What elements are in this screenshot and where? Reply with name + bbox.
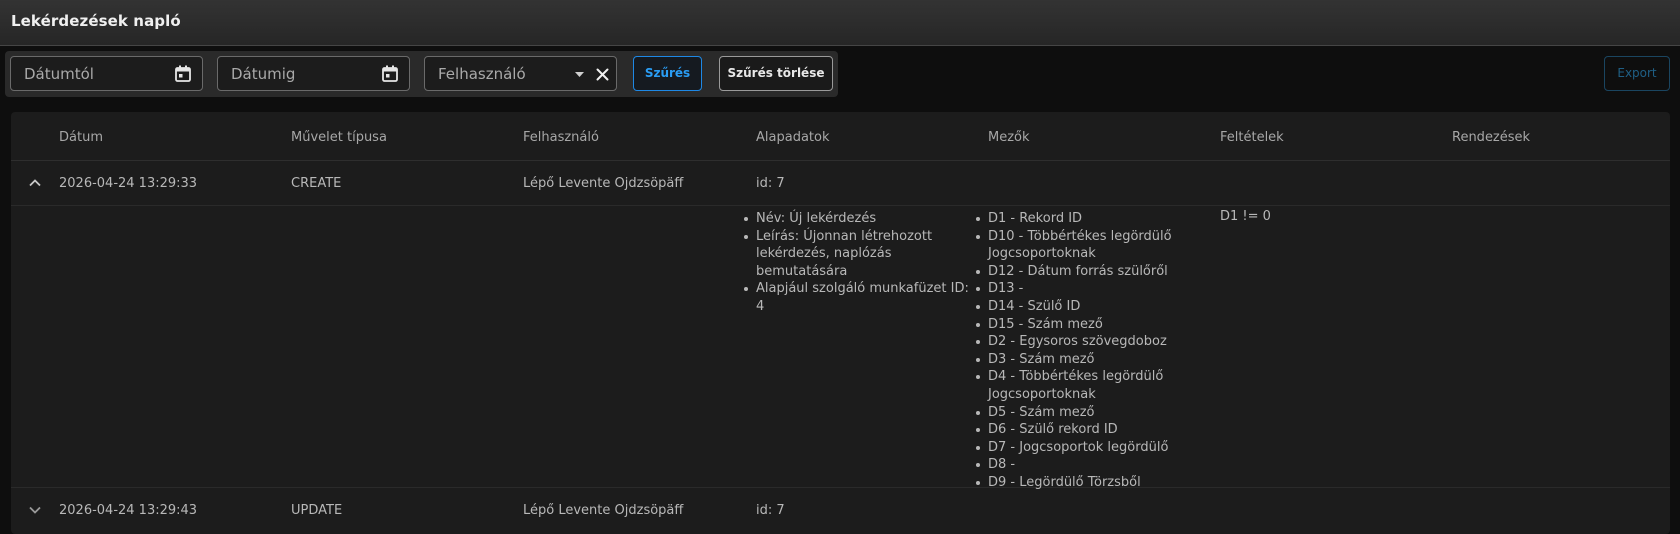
chevron-down-icon[interactable] (28, 505, 42, 515)
column-header-user[interactable]: Felhasználó (523, 130, 599, 145)
filter-bar: Dátumtól Dátumig Felhasználó Szűrés Szűr… (5, 51, 838, 97)
list-item: D6 - Szülő rekord ID (974, 421, 1206, 439)
column-header-sorting[interactable]: Rendezések (1452, 130, 1530, 145)
table-row[interactable]: 2026-04-24 13:29:33 CREATE Lépő Levente … (11, 161, 1670, 206)
row-operation: UPDATE (291, 503, 343, 518)
date-to-field[interactable]: Dátumig (217, 56, 410, 91)
user-placeholder: Felhasználó (438, 65, 526, 83)
list-item: Leírás: Újonnan létrehozott lekérdezés, … (742, 228, 974, 281)
column-header-operation[interactable]: Művelet típusa (291, 130, 387, 145)
row-user: Lépő Levente Ojdzsöpäff (523, 503, 684, 518)
row-basic: id: 7 (756, 503, 785, 518)
column-header-basic[interactable]: Alapadatok (756, 130, 830, 145)
row-date: 2026-04-24 13:29:43 (59, 503, 198, 518)
row-details: Név: Új lekérdezés Leírás: Újonnan létre… (11, 206, 1670, 490)
filter-button[interactable]: Szűrés (633, 56, 702, 91)
user-select[interactable]: Felhasználó (424, 56, 617, 91)
row-user: Lépő Levente Ojdzsöpäff (523, 176, 684, 191)
list-item: D8 - (974, 456, 1206, 474)
list-item: Alapjául szolgáló munkafüzet ID: 4 (742, 280, 974, 315)
list-item: D10 - Többértékes legördülő Jogcsoportok… (974, 228, 1206, 263)
column-header-date[interactable]: Dátum (59, 130, 103, 145)
dropdown-arrow-icon[interactable] (575, 72, 584, 77)
basic-details-list: Név: Új lekérdezés Leírás: Újonnan létre… (742, 210, 974, 316)
row-operation: CREATE (291, 176, 342, 191)
list-item: D7 - Jogcsoportok legördülő (974, 439, 1206, 457)
table-row[interactable]: 2026-04-24 13:29:43 UPDATE Lépő Levente … (11, 488, 1670, 534)
calendar-icon[interactable] (382, 65, 398, 82)
conditions-text: D1 != 0 (1220, 209, 1271, 224)
table-header: Dátum Művelet típusa Felhasználó Alapada… (11, 112, 1670, 161)
list-item: D15 - Szám mező (974, 316, 1206, 334)
clear-icon[interactable] (596, 68, 609, 81)
list-item: D13 - (974, 280, 1206, 298)
export-button[interactable]: Export (1604, 56, 1670, 91)
calendar-icon[interactable] (175, 65, 191, 82)
clear-filter-button[interactable]: Szűrés törlése (719, 56, 833, 91)
list-item: D12 - Dátum forrás szülőről (974, 263, 1206, 281)
list-item: D2 - Egysoros szövegdoboz (974, 333, 1206, 351)
fields-list: D1 - Rekord ID D10 - Többértékes legördü… (974, 210, 1206, 492)
list-item: D14 - Szülő ID (974, 298, 1206, 316)
row-basic: id: 7 (756, 176, 785, 191)
list-item: Név: Új lekérdezés (742, 210, 974, 228)
list-item: D4 - Többértékes legördülő Jogcsoportokn… (974, 368, 1206, 403)
log-table: Dátum Művelet típusa Felhasználó Alapada… (11, 112, 1670, 534)
column-header-fields[interactable]: Mezők (988, 130, 1030, 145)
list-item: D3 - Szám mező (974, 351, 1206, 369)
date-from-placeholder: Dátumtól (24, 65, 94, 83)
date-to-placeholder: Dátumig (231, 65, 296, 83)
list-item: D5 - Szám mező (974, 404, 1206, 422)
date-from-field[interactable]: Dátumtól (10, 56, 203, 91)
title-bar: Lekérdezések napló (0, 0, 1680, 46)
chevron-up-icon[interactable] (28, 178, 42, 188)
column-header-conditions[interactable]: Feltételek (1220, 130, 1284, 145)
list-item: D1 - Rekord ID (974, 210, 1206, 228)
page-title: Lekérdezések napló (11, 12, 181, 30)
row-date: 2026-04-24 13:29:33 (59, 176, 198, 191)
